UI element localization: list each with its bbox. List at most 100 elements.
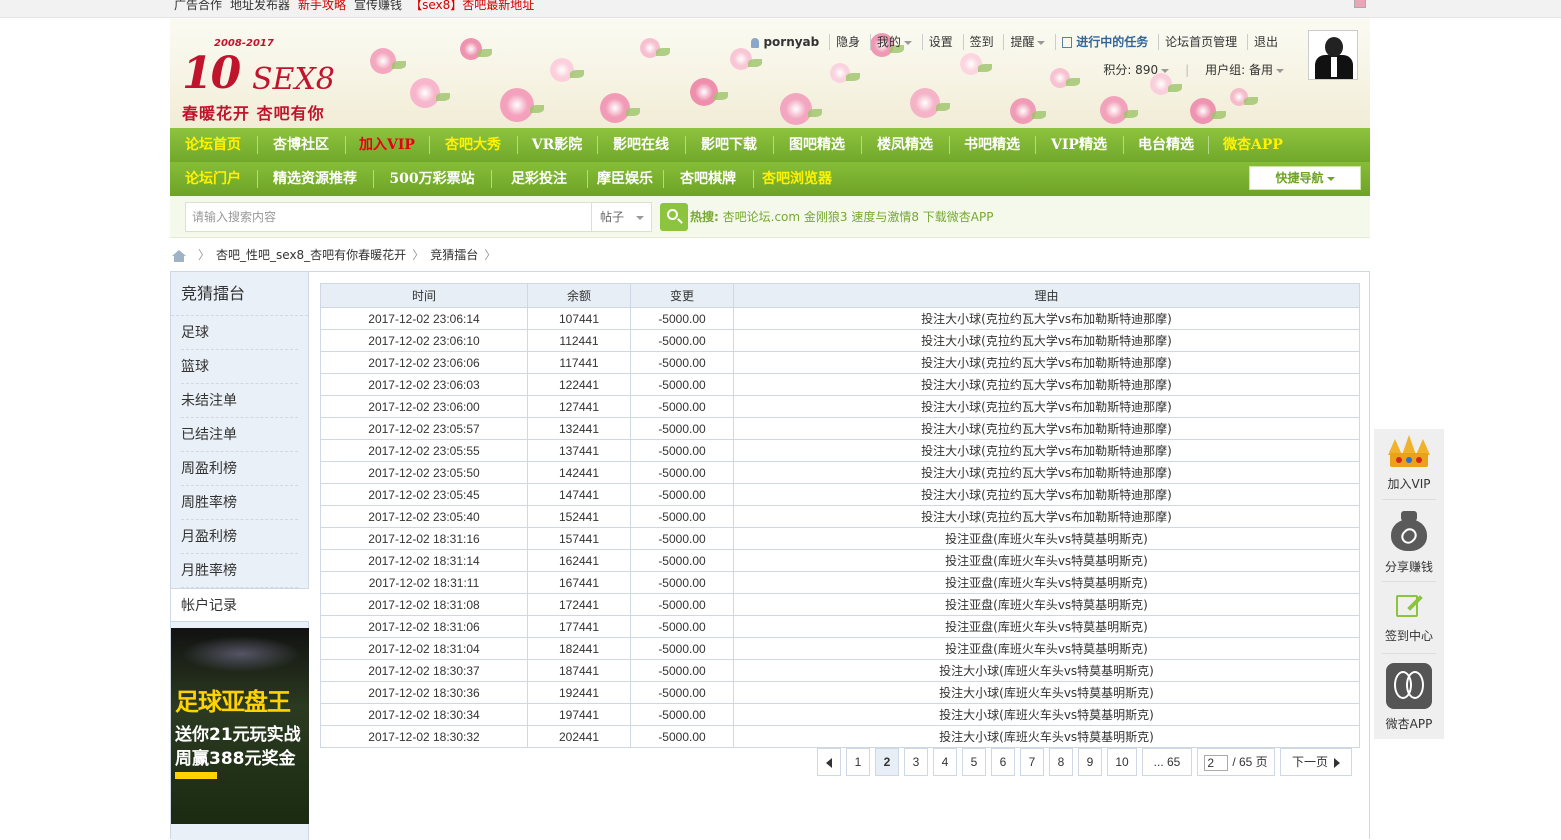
page-6-button[interactable]: 6 — [991, 748, 1015, 776]
sidebar-item[interactable]: 篮球 — [181, 350, 298, 384]
invisible-toggle[interactable]: 隐身 — [829, 34, 866, 50]
sidebar-item[interactable]: 月盈利榜 — [181, 520, 298, 554]
chevron-down-icon — [1161, 68, 1170, 73]
page-5-button[interactable]: 5 — [962, 748, 986, 776]
last-page-button[interactable]: ... 65 — [1142, 748, 1192, 776]
page-10-button[interactable]: 10 — [1107, 748, 1137, 776]
search-icon — [667, 209, 678, 220]
site-logo[interactable]: 2008-2017 10 SEX8 春暖花开 杏吧有你 — [180, 32, 350, 123]
search-button[interactable] — [660, 203, 688, 231]
secondary-nav-item[interactable]: 500万彩票站 — [374, 162, 490, 196]
username-link[interactable]: pornyab — [763, 35, 819, 49]
row-reason: 投注大小球(克拉约瓦大学vs布加勒斯特迪那摩) — [733, 439, 1360, 462]
row-reason: 投注大小球(克拉约瓦大学vs布加勒斯特迪那摩) — [733, 483, 1360, 506]
table-row: 2017-12-02 23:05:55 137441 -5000.00 投注大小球(克… — [320, 439, 1360, 462]
row-time: 2017-12-02 23:06:14 — [320, 307, 528, 330]
secondary-nav-item[interactable]: 足彩投注 — [492, 162, 586, 196]
prev-page-button[interactable] — [817, 748, 841, 776]
top-link[interactable]: 新手攻略 — [298, 0, 346, 12]
sidebar-item[interactable]: 已结注单 — [181, 418, 298, 452]
rss-icon[interactable] — [1354, 0, 1366, 8]
page-2-button[interactable]: 2 — [875, 748, 899, 776]
quick-nav-button[interactable]: 快捷导航 — [1249, 166, 1361, 190]
sidebar-item[interactable]: 未结注单 — [181, 384, 298, 418]
table-row: 2017-12-02 23:06:14 107441 -5000.00 投注大小球(克… — [320, 307, 1360, 330]
top-link[interactable]: 广告合作 — [174, 0, 222, 12]
main-panel: 竞猜擂台 足球 篮球 未结注单 已结注单 周盈利榜 周胜率榜 月盈利榜 月胜率榜 帐户记录 足… — [170, 271, 1370, 840]
app-download-button[interactable]: 微杏APP — [1374, 663, 1444, 732]
top-link[interactable]: 【sex8】杏吧最新地址 — [410, 0, 534, 12]
main-nav-item[interactable]: 书吧精选 — [950, 128, 1034, 162]
sidebar-item[interactable]: 足球 — [181, 316, 298, 350]
sidebar-ad-banner[interactable]: 足球亚盘王 送你21元玩实战 周赢388元奖金 — [171, 628, 309, 824]
main-nav-item[interactable]: VIP精选 — [1036, 128, 1122, 162]
page-1-button[interactable]: 1 — [846, 748, 870, 776]
money-bag-icon — [1387, 509, 1431, 553]
row-time: 2017-12-02 18:30:36 — [320, 681, 528, 704]
table-row: 2017-12-02 18:31:11 167441 -5000.00 投注亚盘(库班… — [320, 571, 1360, 594]
row-reason: 投注亚盘(库班火车头vs特莫基明斯克) — [733, 571, 1360, 594]
edit-icon — [1394, 591, 1424, 621]
share-earn-button[interactable]: 分享赚钱 — [1374, 509, 1444, 575]
main-nav-item[interactable]: 电台精选 — [1125, 128, 1207, 162]
secondary-nav-item[interactable]: 杏吧棋牌 — [664, 162, 752, 196]
my-menu[interactable]: 我的 — [869, 34, 918, 50]
signin-center-button[interactable]: 签到中心 — [1374, 591, 1444, 644]
avatar[interactable] — [1308, 30, 1358, 80]
row-balance: 162441 — [527, 549, 631, 572]
page-9-button[interactable]: 9 — [1078, 748, 1102, 776]
row-balance: 122441 — [527, 373, 631, 396]
sidebar-item[interactable]: 周胜率榜 — [181, 486, 298, 520]
settings-link[interactable]: 设置 — [921, 34, 959, 50]
main-nav-item[interactable]: 论坛首页 — [170, 128, 256, 162]
main-nav-item[interactable]: 杏博社区 — [258, 128, 344, 162]
home-icon[interactable] — [172, 249, 186, 262]
hot-search-links[interactable]: 杏吧论坛.com 金刚狼3 速度与激情8 下载微杏APP — [723, 210, 994, 224]
main-nav-item[interactable]: 微杏APP — [1210, 128, 1296, 162]
group-menu[interactable]: 用户组: 备用 — [1205, 63, 1284, 77]
task-link[interactable]: 进行中的任务 — [1055, 34, 1154, 50]
top-links: 广告合作 地址发布器 新手攻略 宣传赚钱 【sex8】杏吧最新地址 — [174, 0, 542, 12]
main-nav-item[interactable]: 楼凤精选 — [862, 128, 948, 162]
signin-center-label: 签到中心 — [1384, 629, 1433, 643]
top-link[interactable]: 宣传赚钱 — [354, 0, 402, 12]
table-row: 2017-12-02 18:31:08 172441 -5000.00 投注亚盘(库班… — [320, 593, 1360, 616]
search-input[interactable]: 请输入搜索内容 — [185, 202, 592, 232]
search-type-select[interactable]: 帖子 — [592, 202, 652, 232]
row-change: -5000.00 — [630, 527, 734, 550]
page-3-button[interactable]: 3 — [904, 748, 928, 776]
sidebar-item-account-record[interactable]: 帐户记录 — [171, 588, 309, 622]
sidebar-item[interactable]: 周盈利榜 — [181, 452, 298, 486]
row-reason: 投注亚盘(库班火车头vs特莫基明斯克) — [733, 527, 1360, 550]
sidebar-item[interactable]: 月胜率榜 — [181, 554, 298, 588]
secondary-nav-item[interactable]: 论坛门户 — [170, 162, 256, 196]
page-4-button[interactable]: 4 — [933, 748, 957, 776]
share-earn-label: 分享赚钱 — [1384, 560, 1433, 574]
logout-link[interactable]: 退出 — [1246, 34, 1284, 50]
top-link[interactable]: 地址发布器 — [230, 0, 290, 12]
main-nav-item[interactable]: 影吧下载 — [686, 128, 772, 162]
quick-nav-label: 快捷导航 — [1275, 171, 1324, 185]
signin-link[interactable]: 签到 — [962, 34, 1000, 50]
secondary-nav-item[interactable]: 精选资源推荐 — [258, 162, 372, 196]
secondary-nav-item[interactable]: 摩臣娱乐 — [588, 162, 662, 196]
main-nav-item[interactable]: VR影院 — [518, 128, 596, 162]
reminder-menu[interactable]: 提醒 — [1003, 34, 1051, 50]
main-nav-item[interactable]: 杏吧大秀 — [430, 128, 516, 162]
next-page-button[interactable]: 下一页 — [1280, 748, 1352, 776]
table-row: 2017-12-02 18:30:34 197441 -5000.00 投注大小球(库… — [320, 703, 1360, 726]
join-vip-button[interactable]: 加入VIP — [1374, 435, 1444, 492]
points-menu[interactable]: 积分: 890 — [1103, 63, 1170, 77]
main-nav-item[interactable]: 图吧精选 — [774, 128, 860, 162]
page-jump-input[interactable]: 2 — [1204, 754, 1229, 771]
admin-link[interactable]: 论坛首页管理 — [1158, 34, 1243, 50]
row-balance: 137441 — [527, 439, 631, 462]
breadcrumb-current[interactable]: 竞猜擂台 — [430, 248, 478, 262]
next-page-label: 下一页 — [1291, 755, 1328, 769]
secondary-nav-item[interactable]: 杏吧浏览器 — [754, 162, 840, 196]
main-nav-item[interactable]: 加入VIP — [346, 128, 428, 162]
breadcrumb-forum[interactable]: 杏吧_性吧_sex8_杏吧有你春暖花开 — [216, 248, 406, 262]
page-7-button[interactable]: 7 — [1020, 748, 1044, 776]
page-8-button[interactable]: 8 — [1049, 748, 1073, 776]
main-nav-item[interactable]: 影吧在线 — [598, 128, 684, 162]
